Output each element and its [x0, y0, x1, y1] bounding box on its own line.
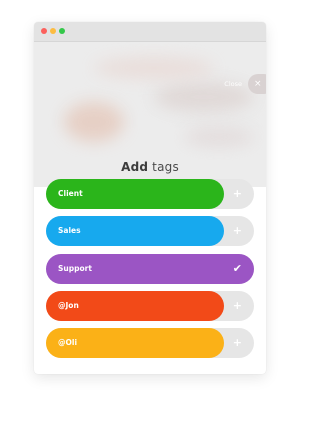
tag-row-client[interactable]: Client +: [46, 179, 254, 209]
close-button[interactable]: ×: [248, 74, 266, 94]
tag-label: @Oli: [58, 338, 78, 347]
page-title-rest: tags: [148, 160, 179, 174]
tag-pill-jon[interactable]: @Jon: [46, 291, 224, 321]
blurred-shape: [94, 57, 214, 79]
window-titlebar: [34, 22, 266, 42]
tag-row-oli[interactable]: @Oli +: [46, 328, 254, 358]
tag-row-sales[interactable]: Sales +: [46, 216, 254, 246]
page-title-bold: Add: [121, 160, 149, 174]
close-label[interactable]: Close: [224, 80, 242, 88]
add-tag-icon[interactable]: +: [233, 179, 242, 209]
page-title: Add tags: [34, 160, 266, 174]
blurred-shape: [64, 102, 124, 142]
tag-pill-sales[interactable]: Sales: [46, 216, 224, 246]
tag-label: @Jon: [58, 301, 79, 310]
blurred-shape: [184, 127, 254, 147]
close-icon: ×: [254, 79, 262, 89]
tag-pill-client[interactable]: Client: [46, 179, 224, 209]
add-tag-icon[interactable]: +: [233, 291, 242, 321]
blurred-background-header: Close × Add tags: [34, 42, 266, 187]
app-window: Close × Add tags Client + Sales + Suppor…: [34, 22, 266, 374]
tag-pill-support[interactable]: Support: [46, 254, 254, 284]
tag-label: Sales: [58, 226, 81, 235]
window-close-dot-icon[interactable]: [41, 28, 47, 34]
tag-row-jon[interactable]: @Jon +: [46, 291, 254, 321]
checkmark-icon[interactable]: ✔: [233, 254, 242, 284]
add-tag-icon[interactable]: +: [233, 216, 242, 246]
add-tag-icon[interactable]: +: [233, 328, 242, 358]
tag-label: Client: [58, 189, 83, 198]
window-zoom-dot-icon[interactable]: [59, 28, 65, 34]
tag-pill-oli[interactable]: @Oli: [46, 328, 224, 358]
tag-label: Support: [58, 264, 92, 273]
tag-row-support[interactable]: Support ✔: [46, 254, 254, 284]
window-minimize-dot-icon[interactable]: [50, 28, 56, 34]
